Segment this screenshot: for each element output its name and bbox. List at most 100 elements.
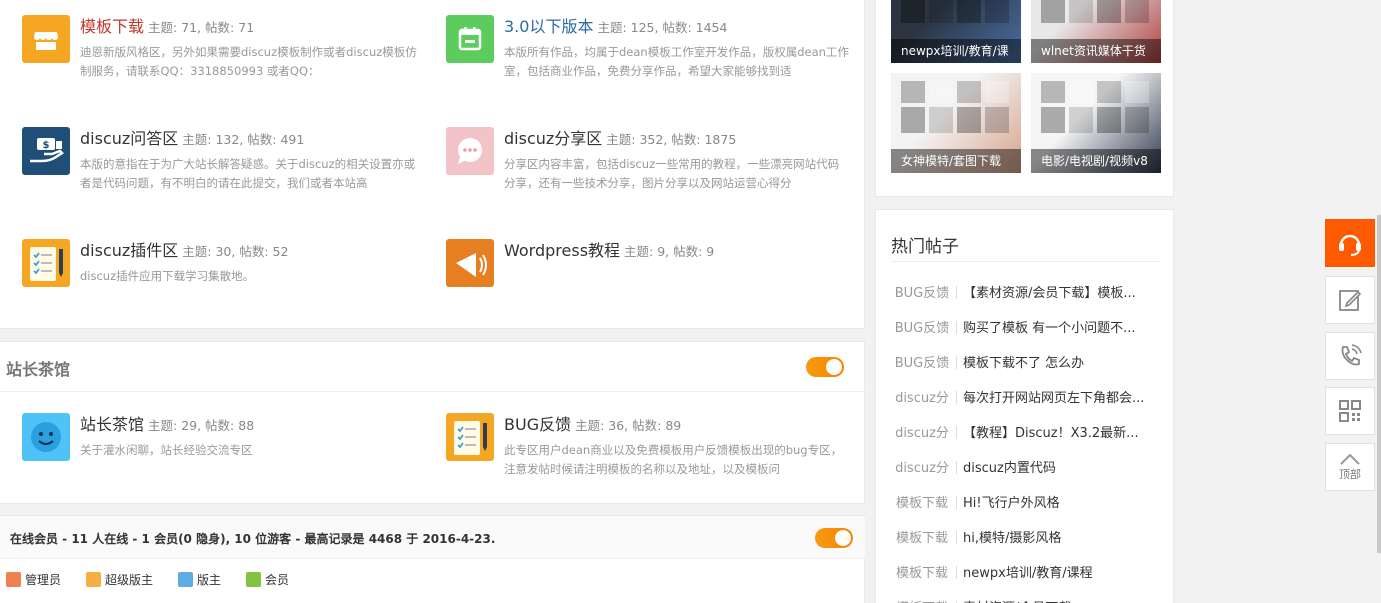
- forum-stats: 主题: 30, 帖数: 52: [182, 244, 289, 259]
- forum-item[interactable]: Wordpress教程 主题: 9, 帖数: 9: [446, 239, 846, 329]
- smiley-icon[interactable]: [22, 413, 70, 461]
- edit-icon: [1339, 290, 1362, 311]
- online-members-panel: 在线会员 - 11 人在线 - 1 会员(0 隐身), 10 位游客 - 最高记…: [0, 515, 865, 603]
- forum-item[interactable]: $ discuz问答区 主题: 132, 帖数: 491 本版的意指在于为广大站长…: [22, 127, 422, 217]
- hot-post-item[interactable]: discuz分 discuz内置代码: [891, 457, 1161, 492]
- post-category[interactable]: discuz分: [891, 457, 953, 476]
- post-title[interactable]: 购买了模板 有一个小问题不...: [963, 321, 1136, 336]
- forum-item[interactable]: discuz插件区 主题: 30, 帖数: 52 discuz插件应用下载学习集散…: [22, 239, 422, 329]
- forum-description: [504, 267, 849, 305]
- divider: [956, 566, 957, 579]
- post-category[interactable]: BUG反馈: [891, 352, 953, 371]
- hot-post-item[interactable]: 模板下载 newpx培训/教育/课程: [891, 562, 1161, 597]
- member-legend-item: 版主: [178, 571, 221, 588]
- calendar-icon[interactable]: [446, 15, 494, 63]
- forum-name[interactable]: discuz分享区 主题: 352, 帖数: 1875: [504, 125, 736, 149]
- forum-stats: 主题: 9, 帖数: 9: [624, 244, 715, 259]
- hot-post-item[interactable]: BUG反馈 购买了模板 有一个小问题不...: [891, 317, 1161, 352]
- hot-post-item[interactable]: BUG反馈 【素材资源/会员下载】模板...: [891, 282, 1161, 317]
- post-title[interactable]: discuz内置代码: [963, 461, 1056, 476]
- post-category[interactable]: BUG反馈: [891, 282, 953, 301]
- thumbnail-caption: 电影/电视剧/视频v8: [1031, 149, 1161, 173]
- customer-service-button[interactable]: [1325, 219, 1375, 267]
- forum-name[interactable]: discuz插件区 主题: 30, 帖数: 52: [80, 237, 288, 261]
- post-title[interactable]: 模板下载不了 怎么办: [963, 356, 1084, 371]
- template-thumbnail[interactable]: wlnet资讯媒体干货: [1031, 0, 1161, 63]
- hot-post-item[interactable]: discuz分 每次打开网站网页左下角都会...: [891, 387, 1161, 422]
- online-header: 在线会员 - 11 人在线 - 1 会员(0 隐身), 10 位游客 - 最高记…: [0, 516, 865, 559]
- forum-item[interactable]: 站长茶馆 主题: 29, 帖数: 88 关于灌水闲聊，站长经验交流专区: [22, 413, 422, 503]
- forum-stats: 主题: 352, 帖数: 1875: [606, 132, 737, 147]
- post-category[interactable]: 模板下载: [891, 597, 953, 603]
- divider: [956, 426, 957, 439]
- collapse-toggle[interactable]: [806, 357, 844, 377]
- forum-item[interactable]: discuz分享区 主题: 352, 帖数: 1875 分享区内容丰富，包括dis…: [446, 127, 846, 217]
- forum-item[interactable]: 模板下载 主题: 71, 帖数: 71 迪恩新版风格区，另外如果需要discuz模…: [22, 15, 422, 105]
- post-category[interactable]: 模板下载: [891, 492, 953, 511]
- template-thumbnail[interactable]: newpx培训/教育/课: [891, 0, 1021, 63]
- post-category[interactable]: 模板下载: [891, 562, 953, 581]
- back-to-top-button[interactable]: 顶部: [1325, 443, 1375, 491]
- user-group-icon: [246, 572, 261, 587]
- forum-name[interactable]: 3.0以下版本 主题: 125, 帖数: 1454: [504, 13, 727, 37]
- checklist-icon[interactable]: [446, 413, 494, 461]
- forum-description: discuz插件应用下载学习集散地。: [80, 269, 255, 283]
- checklist-icon[interactable]: [22, 239, 70, 287]
- post-title[interactable]: 【教程】Discuz！X3.2最新...: [963, 426, 1139, 441]
- back-to-top-label: 顶部: [1339, 468, 1361, 481]
- post-title[interactable]: newpx培训/教育/课程: [963, 566, 1093, 581]
- hot-post-item[interactable]: BUG反馈 模板下载不了 怎么办: [891, 352, 1161, 387]
- qrcode-button[interactable]: [1325, 387, 1375, 435]
- template-thumbnail[interactable]: 电影/电视剧/视频v8: [1031, 73, 1161, 173]
- section-title: 站长茶馆: [6, 360, 71, 379]
- money-hand-icon[interactable]: $: [22, 127, 70, 175]
- forum-name[interactable]: Wordpress教程 主题: 9, 帖数: 9: [504, 237, 714, 261]
- phone-button[interactable]: [1325, 332, 1375, 380]
- member-legend-item: 管理员: [6, 571, 61, 588]
- user-group-icon: [86, 572, 101, 587]
- divider: [956, 321, 957, 334]
- forum-name[interactable]: BUG反馈 主题: 36, 帖数: 89: [504, 411, 681, 435]
- hot-posts-list: BUG反馈 【素材资源/会员下载】模板... BUG反馈 购买了模板 有一个小问题不.…: [891, 282, 1161, 603]
- hot-post-item[interactable]: 模板下载素材资源/会员下载: [891, 597, 1161, 603]
- forum-item[interactable]: BUG反馈 主题: 36, 帖数: 89 此专区用户dean商业以及免费模板用户反…: [446, 413, 846, 503]
- hot-post-item[interactable]: 模板下载 hi,模特/摄影风格: [891, 527, 1161, 562]
- forum-page: 模板下载 主题: 71, 帖数: 71 迪恩新版风格区，另外如果需要discuz模…: [0, 0, 1381, 603]
- thumbnail-caption: 女神模特/套图下载: [891, 149, 1021, 173]
- post-category[interactable]: BUG反馈: [891, 317, 953, 336]
- post-title[interactable]: 每次打开网站网页左下角都会...: [963, 391, 1144, 406]
- forum-stats: 主题: 29, 帖数: 88: [148, 418, 255, 433]
- template-thumbnail[interactable]: 女神模特/套图下载: [891, 73, 1021, 173]
- post-title[interactable]: hi,模特/摄影风格: [963, 531, 1061, 546]
- forum-name[interactable]: 模板下载 主题: 71, 帖数: 71: [80, 13, 254, 37]
- divider: [956, 496, 957, 509]
- collapse-toggle[interactable]: [815, 528, 853, 548]
- section-header: 站长茶馆: [0, 342, 865, 392]
- user-group-icon: [6, 572, 21, 587]
- megaphone-icon[interactable]: [446, 239, 494, 287]
- hot-posts-title: 热门帖子: [891, 237, 959, 257]
- member-legend-item: 超级版主: [86, 571, 153, 588]
- scrollbar[interactable]: [1377, 215, 1381, 553]
- chat-bubble-icon[interactable]: [446, 127, 494, 175]
- forum-name[interactable]: discuz问答区 主题: 132, 帖数: 491: [80, 125, 304, 149]
- member-legend-item: 会员: [246, 571, 289, 588]
- forum-description: 关于灌水闲聊，站长经验交流专区: [80, 443, 253, 457]
- forum-description: 此专区用户dean商业以及免费模板用户反馈模板出现的bug专区，注意发帖时候请注…: [504, 443, 843, 476]
- divider: [956, 286, 957, 299]
- hot-post-item[interactable]: discuz分 【教程】Discuz！X3.2最新...: [891, 422, 1161, 457]
- forum-name[interactable]: 站长茶馆 主题: 29, 帖数: 88: [80, 411, 254, 435]
- phone-icon: [1341, 344, 1362, 366]
- divider: [956, 531, 957, 544]
- post-category[interactable]: discuz分: [891, 387, 953, 406]
- store-icon[interactable]: [22, 15, 70, 63]
- post-category[interactable]: 模板下载: [891, 527, 953, 546]
- post-category[interactable]: discuz分: [891, 422, 953, 441]
- post-title[interactable]: 【素材资源/会员下载】模板...: [963, 286, 1136, 301]
- post-title[interactable]: Hi!飞行户外风格: [963, 496, 1060, 511]
- forum-description: 迪恩新版风格区，另外如果需要discuz模板制作或者discuz模板仿制服务，请…: [80, 45, 417, 78]
- hot-post-item[interactable]: 模板下载 Hi!飞行户外风格: [891, 492, 1161, 527]
- hot-posts-panel: 热门帖子 BUG反馈 【素材资源/会员下载】模板... BUG反馈 购买了模板 有一个…: [875, 209, 1174, 603]
- forum-item[interactable]: 3.0以下版本 主题: 125, 帖数: 1454 本版所有作品，均属于dean模…: [446, 13, 849, 105]
- post-button[interactable]: [1325, 276, 1375, 324]
